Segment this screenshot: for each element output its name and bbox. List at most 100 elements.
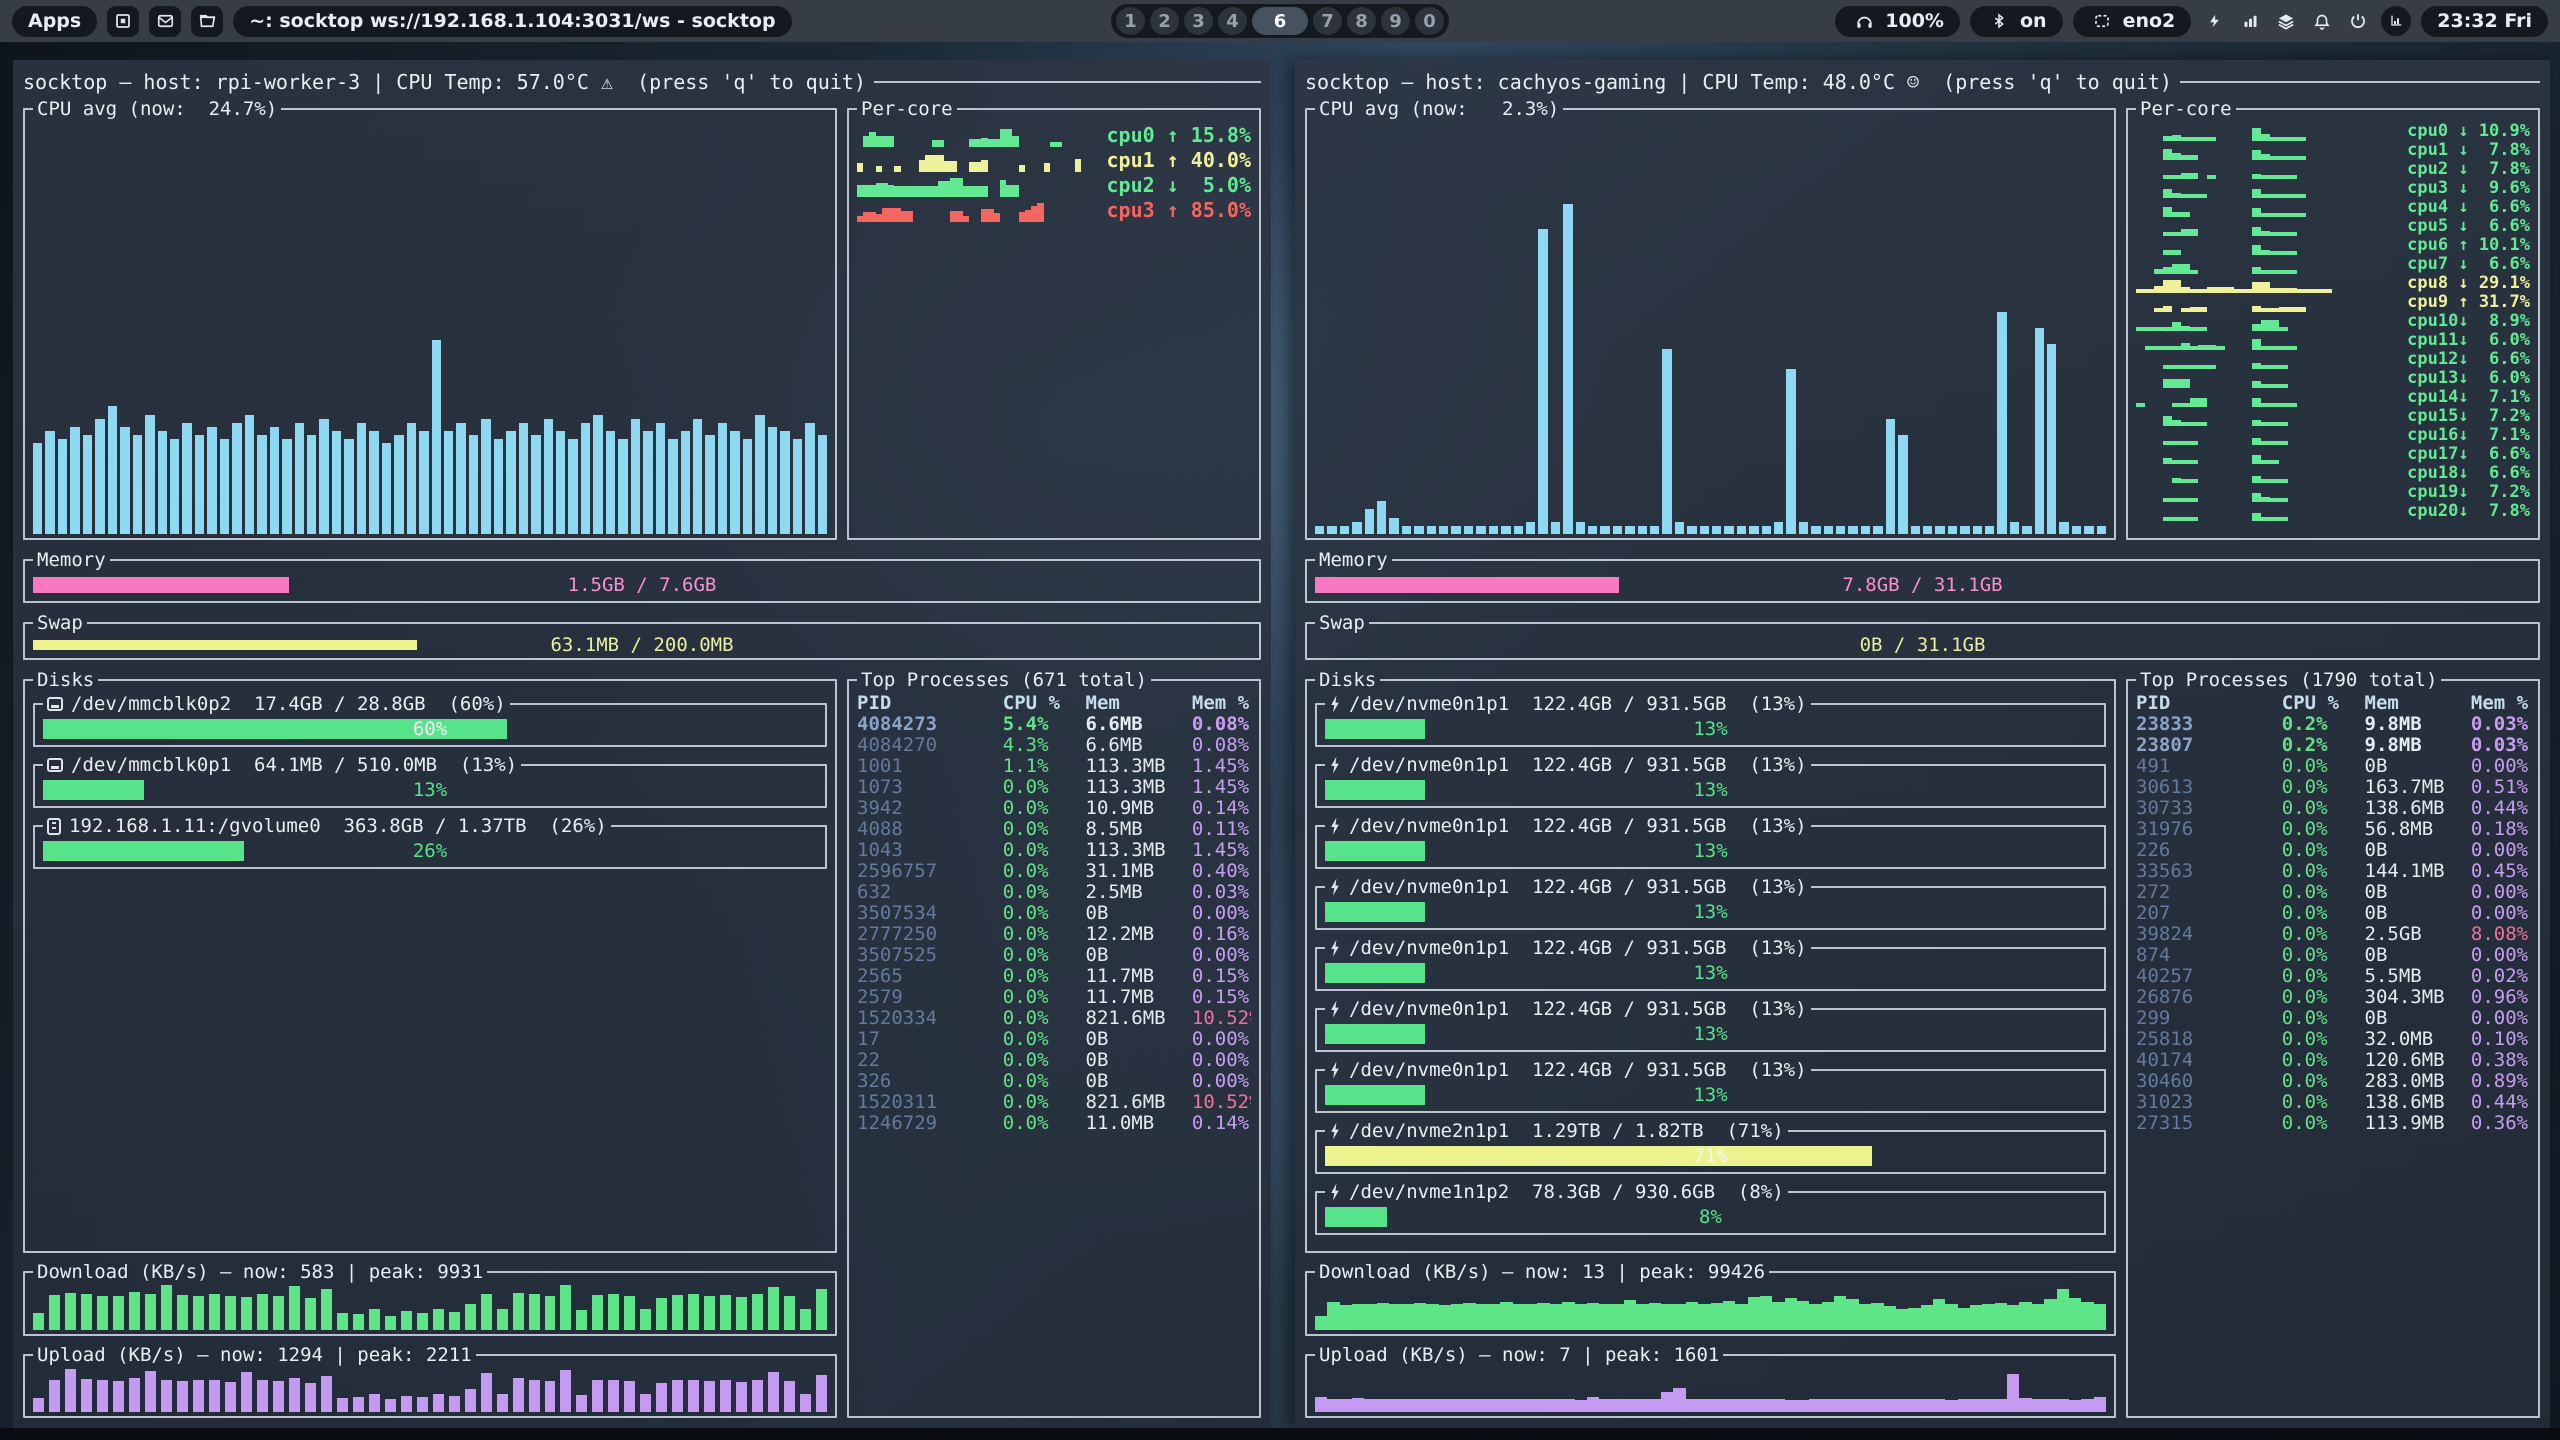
- process-cell: 0.02%: [2471, 966, 2530, 987]
- workspace-6[interactable]: 6: [1252, 7, 1308, 35]
- title-rule: [874, 81, 1261, 83]
- process-row: 402570.0%5.5MB0.02%: [2136, 966, 2530, 987]
- chart-bar: [2172, 153, 2181, 160]
- chart-bar: [1649, 1399, 1661, 1412]
- workspace-4[interactable]: 4: [1218, 7, 1247, 35]
- upload-box: Upload (KB/s) — now: 7 | peak: 1601: [1305, 1344, 2116, 1419]
- workspace-2[interactable]: 2: [1150, 7, 1179, 35]
- per-core-box-title: Per-core: [857, 98, 957, 120]
- chart-bar: [800, 1394, 811, 1412]
- core-label: cpu5 ↓ 6.6%: [2378, 216, 2530, 236]
- process-cell: 0.00%: [1192, 945, 1251, 966]
- gauge: 13%: [1325, 1083, 2096, 1107]
- chart-bar: [545, 1296, 556, 1329]
- chart-bar: [1500, 1399, 1512, 1412]
- chart-bar: [305, 1383, 316, 1412]
- files-icon[interactable]: [191, 6, 223, 37]
- volume-indicator[interactable]: 100%: [1835, 6, 1960, 37]
- core-sparkline: [2136, 315, 2368, 331]
- process-cell: 0.38%: [2471, 1050, 2530, 1071]
- chart-bar: [145, 1294, 156, 1329]
- download-chart: [1315, 1285, 2106, 1330]
- chart-bar: [257, 435, 266, 534]
- chart-bar: [469, 435, 478, 534]
- chart-bar: [241, 1372, 252, 1412]
- window-icon[interactable]: [107, 6, 139, 37]
- process-cell: 23807: [2136, 735, 2282, 756]
- clock[interactable]: 23:32 Fri: [2421, 6, 2548, 37]
- process-row: 8740.0%0B0.00%: [2136, 945, 2530, 966]
- chart-bar: [337, 1398, 348, 1412]
- screen-bottom-edge: [0, 1428, 2560, 1440]
- core-sparkline: [857, 177, 1081, 198]
- workspace-0[interactable]: 0: [1415, 7, 1444, 35]
- disks-box-title: Disks: [1315, 669, 1380, 691]
- process-cell: 23833: [2136, 714, 2282, 735]
- process-cell: 821.6MB: [1086, 1008, 1192, 1029]
- apps-button[interactable]: Apps: [12, 6, 97, 37]
- chart-bar: [161, 1285, 172, 1330]
- chart-bar: [1427, 526, 1436, 534]
- process-cell: 2.5MB: [1086, 882, 1192, 903]
- notifications-bell-icon[interactable]: [2309, 12, 2335, 31]
- monitor-app-icon[interactable]: [2381, 6, 2411, 36]
- nvme-bolt-icon: [1329, 757, 1341, 774]
- chart-bar: [1562, 1399, 1574, 1412]
- process-cell: 9.8MB: [2365, 714, 2471, 735]
- power-icon[interactable]: [2345, 12, 2371, 30]
- workspace-9[interactable]: 9: [1381, 7, 1410, 35]
- workspace-7[interactable]: 7: [1313, 7, 1342, 35]
- process-cell: 0.11%: [1192, 819, 1251, 840]
- chart-bar: [1402, 526, 1411, 534]
- process-cell: 2777250: [857, 924, 1003, 945]
- core-row: cpu1 ↑ 40.0%: [857, 147, 1251, 172]
- signal-bars-icon[interactable]: [2237, 12, 2263, 30]
- core-row: cpu6 ↑ 10.1%: [2136, 236, 2530, 255]
- process-cell: 0.14%: [1192, 798, 1251, 819]
- chart-bar: [907, 211, 913, 222]
- chart-bar: [529, 1294, 540, 1329]
- chart-bar: [656, 423, 665, 534]
- chart-bar: [1711, 1399, 1723, 1412]
- chart-bar: [643, 431, 652, 534]
- network-indicator[interactable]: eno2: [2073, 6, 2192, 37]
- disk-entry: /dev/nvme1n1p2 78.3GB / 930.6GB (8%)8%: [1315, 1181, 2106, 1235]
- process-row: 10430.0%113.3MB1.45%: [857, 840, 1251, 861]
- process-cell: 0B: [2365, 1008, 2471, 1029]
- chart-bar: [419, 431, 428, 534]
- chart-bar: [369, 431, 378, 534]
- chart-bar: [2032, 1399, 2044, 1412]
- core-row: cpu12↓ 6.6%: [2136, 350, 2530, 369]
- chart-bar: [1402, 1304, 1414, 1329]
- process-row: 304600.0%283.0MB0.89%: [2136, 1071, 2530, 1092]
- chart-bar: [2172, 322, 2181, 331]
- process-row: 10730.0%113.3MB1.45%: [857, 777, 1251, 798]
- process-cell: 3942: [857, 798, 1003, 819]
- mail-icon[interactable]: [149, 6, 181, 37]
- chart-bar: [2172, 264, 2181, 274]
- chart-bar: [97, 1296, 108, 1330]
- chart-bar: [1995, 1399, 2007, 1412]
- chart-bar: [1809, 1399, 1821, 1412]
- process-cell: 0.0%: [1003, 1050, 1086, 1071]
- layers-icon[interactable]: [2273, 12, 2299, 31]
- disk-entry-label: /dev/nvme0n1p1 122.4GB / 931.5GB (13%): [1349, 937, 1807, 959]
- workspace-1[interactable]: 1: [1116, 7, 1145, 35]
- core-row: cpu3 ↑ 85.0%: [857, 197, 1251, 222]
- process-cell: 40257: [2136, 966, 2282, 987]
- gauge-label: 0B / 31.1GB: [1315, 636, 2530, 654]
- chart-bar: [305, 1298, 316, 1330]
- disk-entry-title: /dev/nvme0n1p1 122.4GB / 931.5GB (13%): [1325, 754, 1811, 776]
- headphones-icon: [1851, 12, 1877, 31]
- bluetooth-indicator[interactable]: on: [1970, 6, 2063, 37]
- workspace-8[interactable]: 8: [1347, 7, 1376, 35]
- chart-bar: [668, 439, 677, 534]
- chart-bar: [353, 1397, 364, 1412]
- core-sparkline: [2136, 182, 2368, 198]
- workspace-3[interactable]: 3: [1184, 7, 1213, 35]
- power-profile-icon[interactable]: [2201, 11, 2227, 31]
- window-title[interactable]: ~: socktop ws://192.168.1.104:3031/ws - …: [233, 6, 791, 37]
- gauge-label: 7.8GB / 31.1GB: [1315, 573, 2530, 597]
- process-cell: 0.00%: [2471, 945, 2530, 966]
- chart-bar: [720, 1380, 731, 1412]
